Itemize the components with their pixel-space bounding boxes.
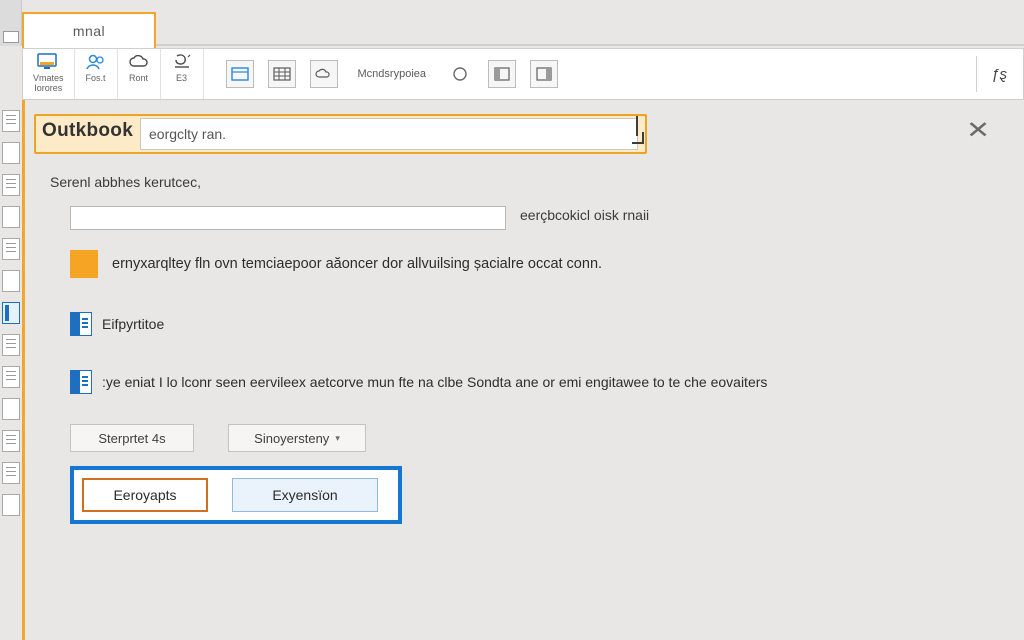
document-icon (70, 312, 92, 336)
quick-access-icon[interactable] (3, 31, 19, 43)
ribbon-right: ƒȿ (960, 49, 1023, 99)
ribbon-tab-mail[interactable]: mnal (22, 12, 156, 48)
rail-item[interactable] (2, 270, 20, 292)
cloud-icon (128, 53, 150, 71)
panel-right-icon[interactable] (530, 60, 558, 88)
button-label: Sinoyersteny (254, 431, 329, 446)
show-button[interactable]: Sinoyersteny ▾ (228, 424, 366, 452)
circle-icon[interactable] (446, 60, 474, 88)
option-label: :ye eniat I lo lconr seen eervileex aetc… (102, 374, 767, 390)
people-icon (85, 53, 107, 71)
ribbon-sublabel: Fos.t (86, 73, 106, 83)
button-label: Sterprtet 4s (98, 431, 165, 446)
rail-item[interactable] (2, 366, 20, 388)
ribbon-more-label[interactable]: Mcndsrypoiea (352, 68, 432, 80)
close-button[interactable]: ✕ (966, 116, 990, 145)
panel-left-icon[interactable] (488, 60, 516, 88)
option-row-primary: ernyxarqltey fln ovn temciaepoor aăoncer… (70, 250, 602, 278)
ribbon: Vmates Iorores Fos.t Ront E3 Mcndsrypoie… (22, 48, 1024, 100)
document-icon (70, 370, 92, 394)
intro-text: Serenl abbhes kerutcec, (50, 174, 201, 190)
rail-item[interactable] (2, 494, 20, 516)
window-icon[interactable] (226, 60, 254, 88)
rail-item[interactable] (2, 174, 20, 196)
option-encrypt[interactable]: Eifpyrtitoe (70, 312, 164, 336)
ribbon-group-2[interactable]: Ront (118, 49, 161, 99)
chevron-down-icon: ▾ (335, 433, 340, 444)
ribbon-group-3[interactable]: E3 (161, 49, 204, 99)
ribbon-sublabel: E3 (176, 73, 187, 83)
account-input-label: eerçbcokicl oisk rnaii (520, 207, 649, 223)
rail-item-active[interactable] (2, 302, 20, 324)
rail-item[interactable] (2, 238, 20, 260)
rail-item[interactable] (2, 398, 20, 420)
grid-icon[interactable] (268, 60, 296, 88)
ribbon-tab-label: mnal (73, 23, 105, 39)
account-input[interactable] (70, 206, 506, 230)
rail-item[interactable] (2, 430, 20, 452)
ribbon-more-group: Mcndsrypoiea (212, 49, 572, 99)
rail-item[interactable] (2, 206, 20, 228)
button-label: Eeroyapts (113, 487, 176, 503)
option-text: ernyxarqltey fln ovn temciaepoor aăoncer… (112, 256, 602, 272)
ribbon-group-1[interactable]: Fos.t (75, 49, 118, 99)
ribbon-label: Vmates (33, 73, 64, 83)
ribbon-right-text[interactable]: ƒȿ (991, 66, 1007, 83)
cloud-small-icon[interactable] (310, 60, 338, 88)
accent-rule (22, 100, 25, 640)
button-label: Exyensïon (272, 487, 337, 503)
quick-access-strip (0, 0, 22, 46)
primary-button-group: Eeroyapts Exyensïon (70, 466, 402, 524)
nav-rail (0, 100, 22, 640)
titlebar: mnal (0, 0, 1024, 46)
extension-button[interactable]: Exyensïon (232, 478, 378, 512)
encrypt-button[interactable]: Eeroyapts (82, 478, 208, 512)
checkbox-filled-icon[interactable] (70, 250, 98, 278)
ribbon-group-0[interactable]: Vmates Iorores (23, 49, 75, 99)
rail-item[interactable] (2, 142, 20, 164)
option-receive[interactable]: :ye eniat I lo lconr seen eervileex aetc… (70, 370, 767, 394)
dialog-title: Outkbook (42, 120, 133, 142)
option-label: Eifpyrtitoe (102, 316, 164, 332)
rail-item[interactable] (2, 462, 20, 484)
stamp-icon (171, 53, 193, 71)
separator (976, 56, 977, 92)
ribbon-sublabel: Iorores (34, 83, 62, 93)
script-button[interactable]: Sterprtet 4s (70, 424, 194, 452)
text-cursor-hook-icon (632, 132, 644, 144)
search-text: eorgclty ran. (149, 126, 629, 142)
rail-item[interactable] (2, 334, 20, 356)
dialog-search-field[interactable]: eorgclty ran. (140, 118, 638, 150)
ribbon-sublabel: Ront (129, 73, 148, 83)
rail-item[interactable] (2, 110, 20, 132)
monitor-icon (37, 53, 59, 71)
